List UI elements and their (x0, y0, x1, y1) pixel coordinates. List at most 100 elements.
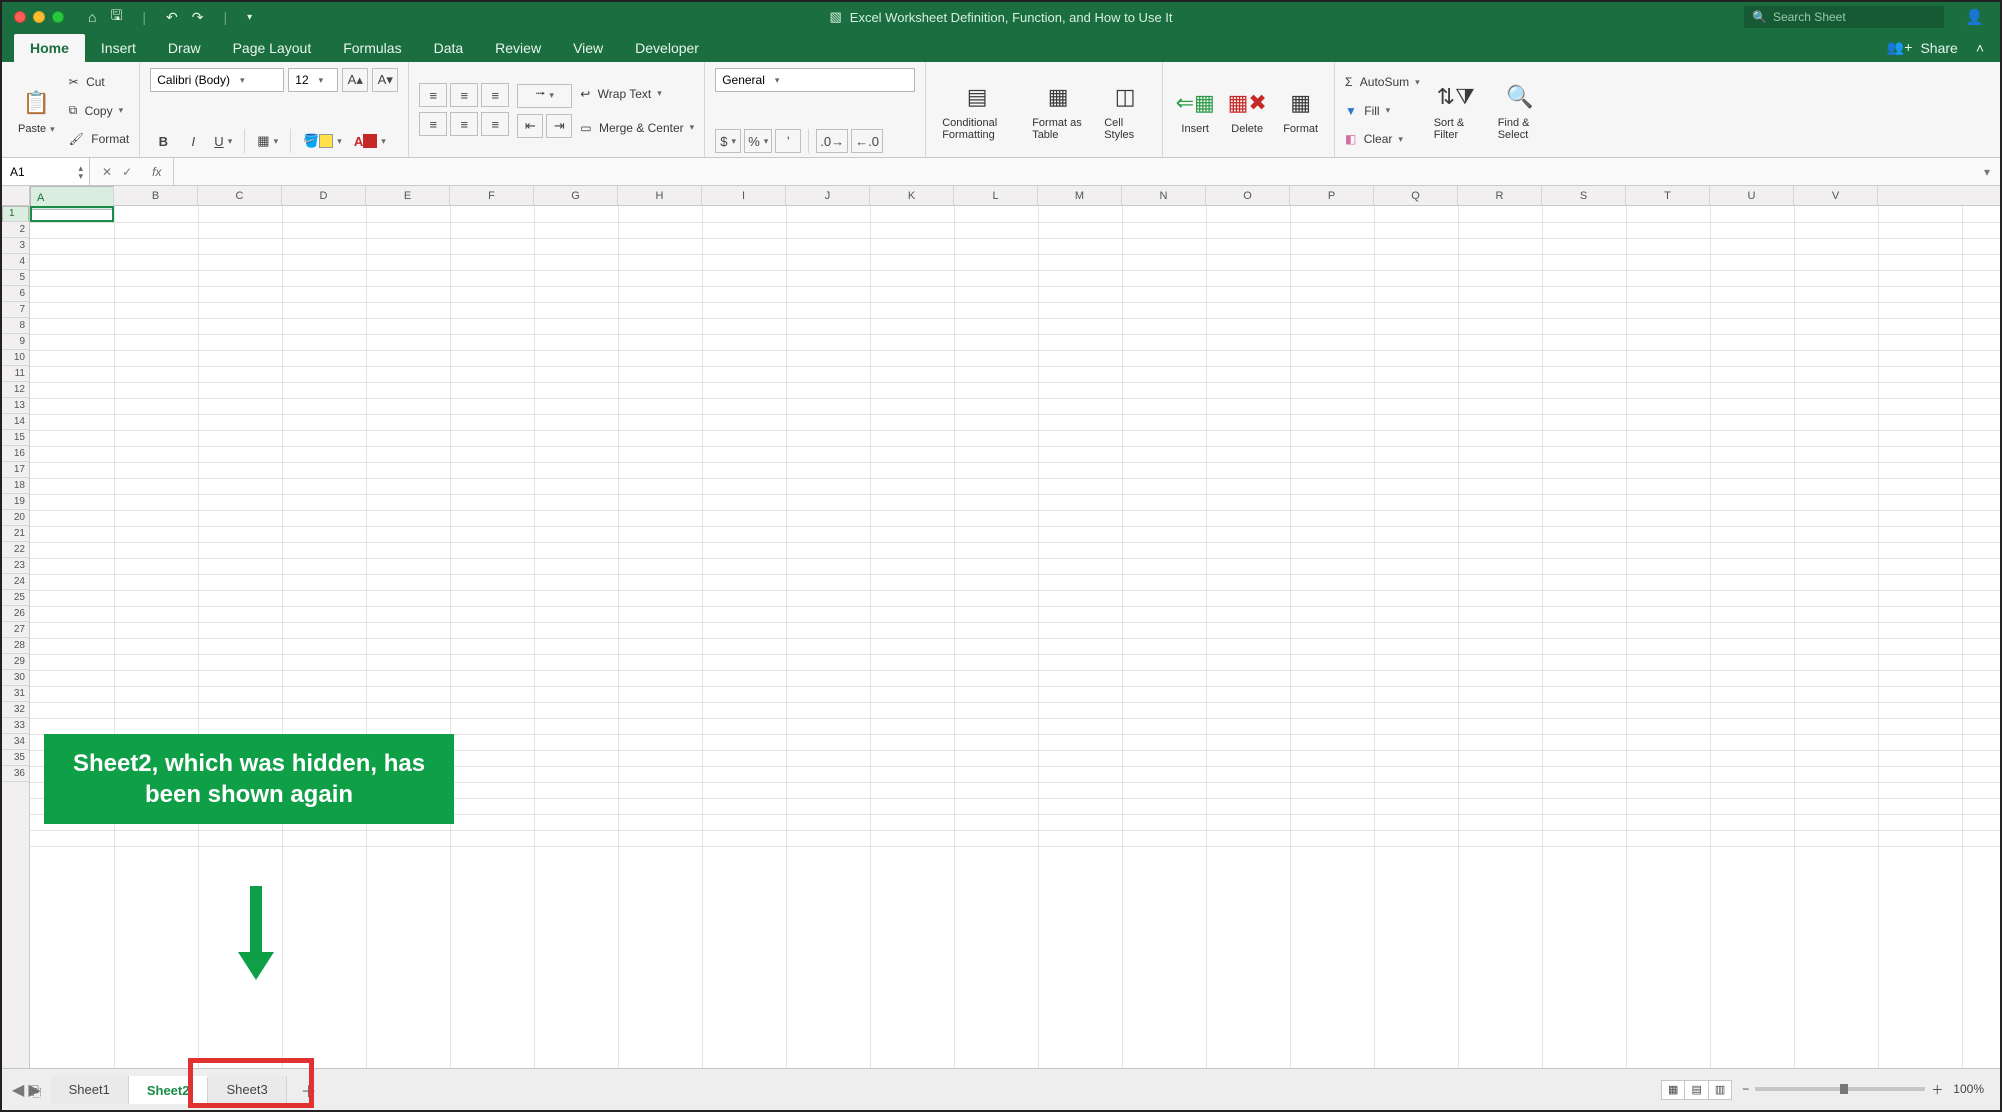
home-icon[interactable]: ⌂ (88, 9, 96, 25)
row-header-26[interactable]: 26 (2, 606, 29, 622)
col-header-o[interactable]: O (1206, 186, 1290, 205)
row-header-31[interactable]: 31 (2, 686, 29, 702)
col-header-r[interactable]: R (1458, 186, 1542, 205)
enter-formula-icon[interactable]: ✓ (122, 165, 132, 179)
fill-button[interactable]: ▼ Fill (1345, 97, 1420, 125)
cut-button[interactable]: ✂ Cut (69, 68, 130, 96)
zoom-slider[interactable]: − ＋ (1742, 1081, 1943, 1098)
row-header-4[interactable]: 4 (2, 254, 29, 270)
page-break-view-icon[interactable]: ▥ (1708, 1080, 1732, 1100)
col-header-e[interactable]: E (366, 186, 450, 205)
cancel-formula-icon[interactable]: ✕ (102, 165, 112, 179)
currency-button[interactable]: $ (715, 129, 741, 153)
col-header-f[interactable]: F (450, 186, 534, 205)
insert-cells-button[interactable]: ⇐▦Insert (1173, 68, 1217, 153)
font-size-select[interactable]: 12 (288, 68, 338, 92)
row-header-27[interactable]: 27 (2, 622, 29, 638)
redo-icon[interactable]: ↷ (192, 9, 204, 26)
page-layout-view-icon[interactable]: ▤ (1684, 1080, 1708, 1100)
row-header-20[interactable]: 20 (2, 510, 29, 526)
align-bottom-icon[interactable]: ≡ (481, 83, 509, 107)
add-sheet-button[interactable]: ＋ (287, 1078, 331, 1102)
tab-draw[interactable]: Draw (152, 34, 217, 62)
spreadsheet-grid[interactable]: A B C D E F G H I J K L M N O P Q R S T … (2, 186, 2000, 1068)
border-button[interactable]: ▦ (253, 129, 282, 153)
row-header-33[interactable]: 33 (2, 718, 29, 734)
col-header-p[interactable]: P (1290, 186, 1374, 205)
align-right-icon[interactable]: ≡ (481, 112, 509, 136)
undo-icon[interactable]: ↶ (166, 9, 178, 26)
number-format-select[interactable]: General (715, 68, 915, 92)
row-header-13[interactable]: 13 (2, 398, 29, 414)
font-color-button[interactable]: A (350, 129, 390, 153)
cell-area[interactable] (30, 206, 2000, 1068)
row-header-11[interactable]: 11 (2, 366, 29, 382)
collapse-ribbon-icon[interactable]: ˄ (1976, 40, 1984, 56)
col-header-m[interactable]: M (1038, 186, 1122, 205)
col-header-v[interactable]: V (1794, 186, 1878, 205)
share-button[interactable]: 👥+ Share ˄ (1871, 33, 2000, 62)
increase-font-icon[interactable]: A▴ (342, 68, 368, 92)
name-box-stepper[interactable]: ▴▾ (78, 164, 89, 180)
align-left-icon[interactable]: ≡ (419, 112, 447, 136)
bold-button[interactable]: B (150, 129, 176, 153)
row-header-25[interactable]: 25 (2, 590, 29, 606)
row-header-19[interactable]: 19 (2, 494, 29, 510)
prev-sheet-icon[interactable]: ◀ (12, 1080, 24, 1100)
row-header-32[interactable]: 32 (2, 702, 29, 718)
row-header-18[interactable]: 18 (2, 478, 29, 494)
tab-view[interactable]: View (557, 34, 619, 62)
decrease-indent-icon[interactable]: ⇤ (517, 114, 543, 138)
row-header-16[interactable]: 16 (2, 446, 29, 462)
caret-down-icon[interactable]: ▾ (247, 12, 252, 23)
tab-formulas[interactable]: Formulas (327, 34, 417, 62)
tab-data[interactable]: Data (418, 34, 480, 62)
row-header-10[interactable]: 10 (2, 350, 29, 366)
conditional-formatting-button[interactable]: ▤Conditional Formatting (936, 68, 1018, 153)
percent-button[interactable]: % (744, 129, 772, 153)
align-top-icon[interactable]: ≡ (419, 83, 447, 107)
align-middle-icon[interactable]: ≡ (450, 83, 478, 107)
paste-button[interactable]: 📋 Paste (12, 68, 61, 153)
row-header-34[interactable]: 34 (2, 734, 29, 750)
orientation-button[interactable]: ⭬ (517, 84, 572, 108)
delete-cells-button[interactable]: ▦✖Delete (1225, 68, 1269, 153)
row-header-23[interactable]: 23 (2, 558, 29, 574)
tab-insert[interactable]: Insert (85, 34, 152, 62)
row-header-9[interactable]: 9 (2, 334, 29, 350)
row-header-21[interactable]: 21 (2, 526, 29, 542)
col-header-s[interactable]: S (1542, 186, 1626, 205)
row-header-12[interactable]: 12 (2, 382, 29, 398)
fx-icon[interactable]: fx (142, 165, 161, 179)
zoom-in-icon[interactable]: ＋ (1931, 1081, 1943, 1098)
tab-page-layout[interactable]: Page Layout (217, 34, 328, 62)
sort-filter-button[interactable]: ⇅⧩Sort & Filter (1428, 68, 1484, 153)
row-header-5[interactable]: 5 (2, 270, 29, 286)
decrease-decimal-icon[interactable]: ←.0 (851, 129, 883, 153)
col-header-t[interactable]: T (1626, 186, 1710, 205)
row-header-22[interactable]: 22 (2, 542, 29, 558)
zoom-value[interactable]: 100% (1953, 1082, 1984, 1096)
merge-center-button[interactable]: ▭ Merge & Center (580, 114, 694, 142)
tab-developer[interactable]: Developer (619, 34, 715, 62)
font-name-select[interactable]: Calibri (Body) (150, 68, 284, 92)
save-icon[interactable]: 🖫 (110, 5, 122, 29)
italic-button[interactable]: I (180, 129, 206, 153)
normal-view-icon[interactable]: ▦ (1661, 1080, 1685, 1100)
row-header-28[interactable]: 28 (2, 638, 29, 654)
search-sheet-input[interactable]: 🔍 Search Sheet (1744, 6, 1944, 28)
row-header-8[interactable]: 8 (2, 318, 29, 334)
col-header-h[interactable]: H (618, 186, 702, 205)
col-header-b[interactable]: B (114, 186, 198, 205)
format-painter-button[interactable]: 🖌 Format (69, 125, 130, 153)
row-header-30[interactable]: 30 (2, 670, 29, 686)
row-header-24[interactable]: 24 (2, 574, 29, 590)
row-header-3[interactable]: 3 (2, 238, 29, 254)
col-header-c[interactable]: C (198, 186, 282, 205)
comma-button[interactable]: ʼ (775, 129, 801, 153)
name-box[interactable]: A1 ▴▾ (2, 158, 90, 185)
decrease-font-icon[interactable]: A▾ (372, 68, 398, 92)
col-header-n[interactable]: N (1122, 186, 1206, 205)
tab-review[interactable]: Review (479, 34, 557, 62)
increase-decimal-icon[interactable]: .0→ (816, 129, 848, 153)
